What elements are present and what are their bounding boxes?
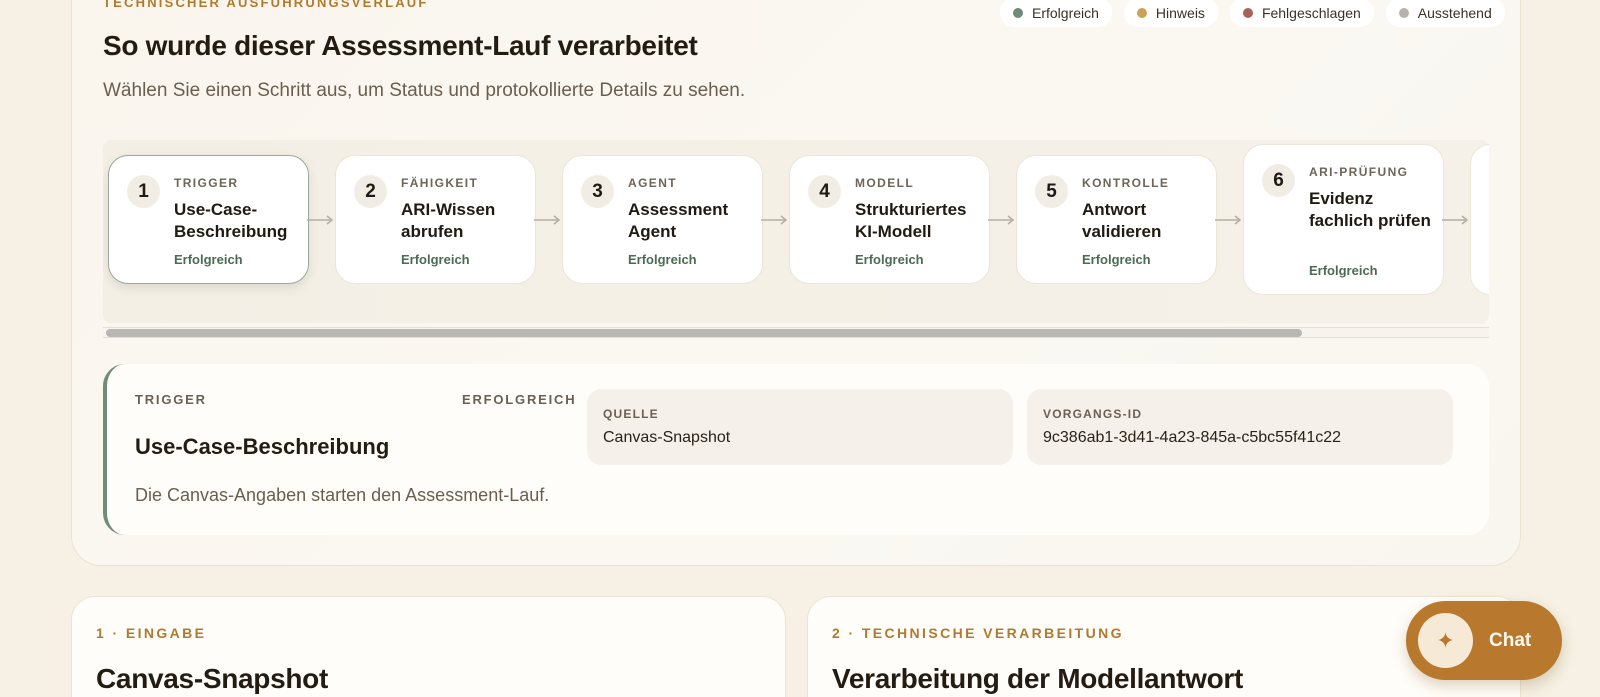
arrow-right-icon	[761, 215, 788, 225]
step-title: Assessment Agent	[628, 200, 729, 241]
step-card-capability[interactable]: 2 FÄHIGKEIT ARI-Wissen abrufen Erfolgrei…	[335, 155, 536, 284]
step-number: 5	[1035, 175, 1068, 208]
step-title: ARI-Wissen abrufen	[401, 200, 496, 241]
step-number: 2	[354, 175, 387, 208]
detail-title: Use-Case-Beschreibung	[135, 434, 390, 459]
detail-kind: TRIGGER	[135, 392, 207, 407]
legend-label: Erfolgreich	[1032, 4, 1099, 21]
step-card-trigger[interactable]: 1 TRIGGER Use-Case-Beschreibung Erfolgre…	[108, 155, 309, 284]
horizontal-scrollbar[interactable]	[103, 327, 1489, 338]
step-card-agent[interactable]: 3 AGENT Assessment Agent Erfolgreich	[562, 155, 763, 284]
step-kind: AGENT	[628, 176, 677, 190]
legend-item-failed: Fehlgeschlagen	[1229, 0, 1374, 27]
page-title: So wurde dieser Assessment-Lauf verarbei…	[103, 30, 698, 61]
legend-dot-hint	[1136, 7, 1147, 18]
legend-label: Fehlgeschlagen	[1261, 4, 1361, 21]
legend-label: Hinweis	[1155, 4, 1205, 21]
source-label: QUELLE	[603, 407, 659, 421]
detail-status: ERFOLGREICH	[462, 392, 577, 407]
source-value: Canvas-Snapshot	[603, 429, 731, 446]
id-value: 9c386ab1-3d41-4a23-845a-c5bc55f41c22	[1043, 429, 1342, 446]
card-eyebrow: 2 · TECHNISCHE VERARBEITUNG	[832, 625, 1124, 641]
detail-source-box: QUELLE Canvas-Snapshot	[587, 389, 1013, 465]
step-status: Erfolgreich	[1309, 263, 1378, 278]
step-number: 4	[808, 175, 841, 208]
legend-item-pending: Ausstehend	[1385, 0, 1505, 27]
arrow-right-icon	[1442, 215, 1469, 225]
legend-dot-success	[1013, 7, 1023, 18]
input-card: 1 · EINGABE Canvas-Snapshot	[71, 596, 786, 697]
legend-label: Ausstehend	[1417, 4, 1492, 21]
step-kind: FÄHIGKEIT	[401, 176, 479, 190]
arrow-right-icon	[307, 215, 334, 225]
id-label: VORGANGS-ID	[1043, 407, 1143, 421]
step-number: 3	[581, 175, 614, 208]
step-kind: MODELL	[855, 176, 915, 190]
detail-id-box: VORGANGS-ID 9c386ab1-3d41-4a23-845a-c5bc…	[1027, 389, 1453, 465]
step-number: 6	[1262, 164, 1295, 197]
card-title: Canvas-Snapshot	[96, 663, 328, 694]
step-title: Antwort validieren	[1082, 200, 1162, 241]
step-card-model[interactable]: 4 MODELL Strukturiertes KI-Modell Erfolg…	[789, 155, 990, 284]
status-legend: Erfolgreich Hinweis Fehlgeschlagen Ausst…	[1000, 0, 1505, 27]
legend-dot-failed	[1242, 7, 1253, 18]
page-subtitle: Wählen Sie einen Schritt aus, um Status …	[103, 80, 746, 101]
card-title: Verarbeitung der Modellantwort	[832, 663, 1244, 694]
step-title: Use-Case-Beschreibung	[174, 200, 288, 241]
step-kind: TRIGGER	[174, 176, 239, 190]
step-number: 1	[127, 175, 160, 208]
step-kind: ARI-PRÜFUNG	[1309, 165, 1409, 179]
step-title: Evidenz fachlich prüfen	[1309, 189, 1431, 230]
sparkle-icon: ✦	[1418, 613, 1473, 668]
step-track[interactable]: 1 TRIGGER Use-Case-Beschreibung Erfolgre…	[103, 140, 1489, 323]
chat-label: Chat	[1489, 629, 1532, 651]
arrow-right-icon	[534, 215, 561, 225]
card-eyebrow: 1 · EINGABE	[96, 625, 207, 641]
step-detail-panel: TRIGGER ERFOLGREICH Use-Case-Beschreibun…	[103, 364, 1489, 535]
step-title: Strukturiertes KI-Modell	[855, 200, 967, 241]
step-status: Erfolgreich	[401, 252, 470, 267]
step-status: Erfolgreich	[1082, 252, 1151, 267]
step-card-ari-check[interactable]: 6 ARI-PRÜFUNG Evidenz fachlich prüfen Er…	[1243, 144, 1444, 295]
step-status: Erfolgreich	[628, 252, 697, 267]
arrow-right-icon	[988, 215, 1015, 225]
scrollbar-thumb[interactable]	[106, 329, 1302, 337]
step-kind: KONTROLLE	[1082, 176, 1170, 190]
section-eyebrow: TECHNISCHER AUSFÜHRUNGSVERLAUF	[103, 0, 429, 10]
step-status: Erfolgreich	[174, 252, 243, 267]
legend-dot-pending	[1398, 7, 1409, 18]
step-card-next[interactable]	[1470, 144, 1489, 295]
chat-button[interactable]: ✦ Chat	[1406, 601, 1562, 680]
legend-item-success: Erfolgreich	[1000, 0, 1112, 27]
step-card-control[interactable]: 5 KONTROLLE Antwort validieren Erfolgrei…	[1016, 155, 1217, 284]
detail-description: Die Canvas-Angaben starten den Assessmen…	[135, 485, 550, 505]
legend-item-hint: Hinweis	[1123, 0, 1218, 27]
step-status: Erfolgreich	[855, 252, 924, 267]
arrow-right-icon	[1215, 215, 1242, 225]
